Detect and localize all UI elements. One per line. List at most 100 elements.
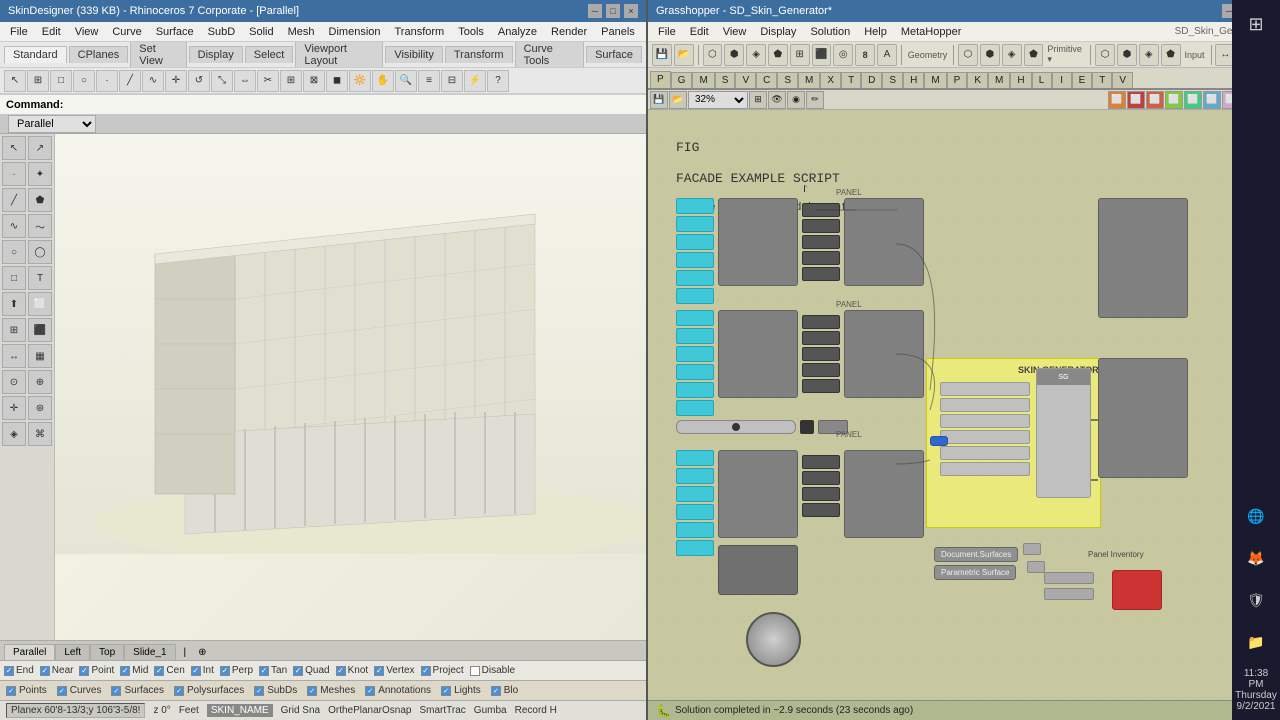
tab-T2[interactable]: T [1092, 72, 1112, 88]
tool-explode[interactable]: ⊠ [303, 70, 325, 92]
gh-dark-port[interactable] [802, 219, 840, 233]
gh-dark-port[interactable] [802, 251, 840, 265]
tab-S[interactable]: S [715, 72, 736, 88]
tab-I[interactable]: I [1052, 72, 1072, 88]
snap-cen-check[interactable]: ✓ [154, 666, 164, 676]
left-tool-rect[interactable]: □ [2, 266, 26, 290]
tool-paneling[interactable]: ⊟ [441, 70, 463, 92]
gh-menu-view[interactable]: View [717, 24, 753, 40]
tab-left[interactable]: Left [55, 644, 90, 660]
snap-disable[interactable]: Disable [470, 665, 515, 676]
gh-input4[interactable]: ⬟ [1161, 44, 1181, 66]
snap-vertex-check[interactable]: ✓ [374, 666, 384, 676]
maximize-btn[interactable]: □ [606, 4, 620, 18]
gh-doc-surf-port[interactable] [1023, 543, 1041, 555]
gh-menu-file[interactable]: File [652, 24, 682, 40]
left-tool-hatch[interactable]: ▦ [28, 344, 52, 368]
menu-view[interactable]: View [69, 24, 105, 40]
gh-geom5[interactable]: ⊞ [790, 44, 810, 66]
tab-S3[interactable]: S [882, 72, 903, 88]
left-tool-spline[interactable]: 〜 [28, 214, 52, 238]
menu-edit[interactable]: Edit [36, 24, 67, 40]
filter-subds-check[interactable]: ✓ [254, 686, 264, 696]
snap-near-check[interactable]: ✓ [40, 666, 50, 676]
left-tool-ellipse[interactable]: ◯ [28, 240, 52, 264]
gh-geom4[interactable]: ⬟ [768, 44, 788, 66]
filter-points[interactable]: ✓Points [6, 685, 47, 696]
gh-port-node3[interactable] [676, 450, 714, 466]
skin-node-3[interactable] [940, 414, 1030, 428]
snap-tan-check[interactable]: ✓ [259, 666, 269, 676]
tab-cplanes[interactable]: CPlanes [69, 46, 129, 63]
snap-vertex[interactable]: ✓Vertex [374, 665, 414, 676]
gh-dark-port2[interactable] [802, 347, 840, 361]
tab-top[interactable]: Top [90, 644, 124, 660]
tab-slide1[interactable]: Slide_1 [124, 644, 175, 660]
tab-X[interactable]: X [820, 72, 841, 88]
left-tool-subobj[interactable]: ◈ [2, 422, 26, 446]
tool-trim[interactable]: ✂ [257, 70, 279, 92]
gh-color5[interactable]: ⬜ [1184, 91, 1202, 109]
tool-help[interactable]: ? [487, 70, 509, 92]
snap-near[interactable]: ✓Near [40, 665, 74, 676]
command-input[interactable] [67, 99, 640, 111]
gh-dark-port3[interactable] [802, 471, 840, 485]
tool-zoom[interactable]: 🔍 [395, 70, 417, 92]
left-tool-text[interactable]: T [28, 266, 52, 290]
snap-mid[interactable]: ✓Mid [120, 665, 148, 676]
left-tool-gcon[interactable]: ⌘ [28, 422, 52, 446]
gh-geom3[interactable]: ◈ [746, 44, 766, 66]
filter-annotations[interactable]: ✓Annotations [365, 685, 431, 696]
gh-dark-port2[interactable] [802, 331, 840, 345]
gh-color4[interactable]: ⬜ [1165, 91, 1183, 109]
gh-port-node2[interactable] [676, 382, 714, 398]
tab-V2[interactable]: V [1112, 72, 1133, 88]
viewport-3d[interactable] [55, 134, 646, 640]
gh-menu-solution[interactable]: Solution [804, 24, 856, 40]
left-tool-extrude[interactable]: ⬆ [2, 292, 26, 316]
left-tool-select[interactable]: ↖ [2, 136, 26, 160]
gh-dark-port3[interactable] [802, 503, 840, 517]
gh-geom8[interactable]: 8 [855, 44, 875, 66]
gh-prim3[interactable]: ◈ [1002, 44, 1022, 66]
left-tool-select2[interactable]: ↗ [28, 136, 52, 160]
gh-input1[interactable]: ⬡ [1095, 44, 1115, 66]
menu-mesh[interactable]: Mesh [282, 24, 321, 40]
gh-geom2[interactable]: ⬢ [724, 44, 744, 66]
gh-far-right-1[interactable] [1098, 198, 1188, 318]
tab-set-view[interactable]: Set View [130, 42, 186, 68]
gh-extra-node[interactable] [718, 545, 798, 595]
gh-port-node[interactable] [676, 288, 714, 304]
filter-surfaces-check[interactable]: ✓ [111, 686, 121, 696]
snap-cen[interactable]: ✓Cen [154, 665, 184, 676]
viewport-mode-select[interactable]: Parallel Perspective [8, 115, 96, 133]
close-btn[interactable]: × [624, 4, 638, 18]
gh-dark-port[interactable] [802, 267, 840, 281]
win-icon-3[interactable]: 🛡 [1236, 580, 1276, 620]
gh-port-node2[interactable] [676, 400, 714, 416]
snap-perp[interactable]: ✓Perp [220, 665, 253, 676]
snap-int[interactable]: ✓Int [191, 665, 214, 676]
gh-dark-port[interactable] [802, 235, 840, 249]
gh-port-node2[interactable] [676, 310, 714, 326]
tab-C[interactable]: C [756, 72, 777, 88]
gh-param-surface[interactable]: Parametric Surface [934, 565, 1016, 580]
tool-circle[interactable]: ○ [73, 70, 95, 92]
gh-color2[interactable]: ⬜ [1127, 91, 1145, 109]
filter-polysurfaces[interactable]: ✓Polysurfaces [174, 685, 244, 696]
filter-lights-check[interactable]: ✓ [441, 686, 451, 696]
filter-annotations-check[interactable]: ✓ [365, 686, 375, 696]
tab-M[interactable]: M [692, 72, 714, 88]
snap-project-check[interactable]: ✓ [421, 666, 431, 676]
gh-prim1[interactable]: ⬡ [958, 44, 978, 66]
skin-gen-main-node[interactable]: SG [1036, 368, 1091, 498]
left-tool-line[interactable]: ╱ [2, 188, 26, 212]
tool-pan[interactable]: ✋ [372, 70, 394, 92]
left-tool-dim[interactable]: ↔ [2, 344, 26, 368]
gh-save-icon[interactable]: 💾 [652, 44, 672, 66]
tool-shade[interactable]: ◼ [326, 70, 348, 92]
filter-surfaces[interactable]: ✓Surfaces [111, 685, 163, 696]
gh-port-node[interactable] [676, 198, 714, 214]
left-tool-solid[interactable]: ⬛ [28, 318, 52, 342]
tab-P2[interactable]: P [947, 72, 968, 88]
